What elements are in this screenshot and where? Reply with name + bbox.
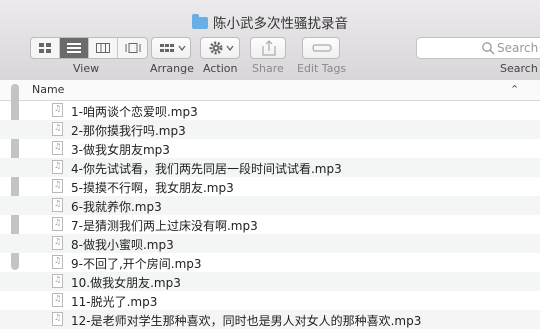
- file-name: 4-你先试试看，我们两先同居一段时间试试看.mp3: [71, 162, 342, 176]
- toolbar: 陈小武多次性骚扰录音 View Arrange Action Share Edi…: [0, 0, 540, 81]
- file-name: 7-是猜测我们两上过床没有啊.mp3: [71, 219, 258, 233]
- file-name: 12-是老师对学生那种喜欢，同时也是男人对女人的那种喜欢.mp3: [71, 314, 422, 328]
- file-row[interactable]: 6-我就养你.mp3: [0, 196, 540, 215]
- grid-icon: [39, 43, 51, 53]
- file-name: 9-不回了,开个房间.mp3: [71, 257, 202, 271]
- view-segmented-control[interactable]: [30, 37, 148, 59]
- search-placeholder: Search: [497, 41, 539, 55]
- name-column-header[interactable]: Name ⌃: [0, 80, 540, 101]
- file-name: 11-脱光了.mp3: [71, 295, 158, 309]
- file-name: 2-那你摸我行吗.mp3: [71, 124, 186, 138]
- audio-file-icon: [52, 198, 63, 212]
- column-view-button[interactable]: [89, 38, 118, 58]
- window-title: 陈小武多次性骚扰录音: [0, 12, 540, 32]
- arrange-label: Arrange: [150, 62, 194, 75]
- share-button[interactable]: [250, 37, 286, 59]
- file-name: 3-做我女朋友mp3: [71, 143, 170, 157]
- file-row[interactable]: 1-咱两谈个恋爱呗.mp3: [0, 101, 540, 120]
- audio-file-icon: [52, 179, 63, 193]
- file-name: 6-我就养你.mp3: [71, 200, 162, 214]
- sort-ascending-icon: ⌃: [510, 83, 520, 96]
- icon-view-button[interactable]: [31, 38, 60, 58]
- gallery-view-button[interactable]: [118, 38, 147, 58]
- file-list: 1-咱两谈个恋爱呗.mp3 2-那你摸我行吗.mp3 3-做我女朋友mp3 4-你先试…: [0, 101, 540, 329]
- gear-icon: [209, 41, 234, 55]
- audio-file-icon: [52, 217, 63, 231]
- audio-file-icon: [52, 274, 63, 288]
- arrange-button[interactable]: [151, 37, 191, 59]
- columns-icon: [96, 43, 110, 53]
- audio-file-icon: [52, 236, 63, 250]
- audio-file-icon: [52, 293, 63, 307]
- search-label: Search: [500, 62, 538, 75]
- file-row[interactable]: 8-做我小蜜呗.mp3: [0, 234, 540, 253]
- file-row[interactable]: 2-那你摸我行吗.mp3: [0, 120, 540, 139]
- file-row[interactable]: 11-脱光了.mp3: [0, 291, 540, 310]
- file-row[interactable]: 3-做我女朋友mp3: [0, 139, 540, 158]
- action-button[interactable]: [200, 37, 240, 59]
- name-column-label: Name: [32, 83, 65, 96]
- action-label: Action: [203, 62, 238, 75]
- list-icon: [67, 43, 81, 53]
- list-view-button[interactable]: [60, 38, 89, 58]
- view-label: View: [73, 62, 100, 75]
- edit-tags-button[interactable]: [302, 37, 340, 59]
- share-label: Share: [252, 62, 284, 75]
- file-row[interactable]: 5-摸摸不行啊，我女朋友.mp3: [0, 177, 540, 196]
- file-row[interactable]: 9-不回了,开个房间.mp3: [0, 253, 540, 272]
- audio-file-icon: [52, 103, 63, 117]
- edit-tags-label: Edit Tags: [297, 62, 347, 75]
- share-icon: [262, 40, 276, 56]
- window-title-text: 陈小武多次性骚扰录音: [213, 16, 348, 32]
- audio-file-icon: [52, 312, 63, 326]
- tag-icon: [312, 44, 332, 52]
- audio-file-icon: [52, 255, 63, 269]
- audio-file-icon: [52, 122, 63, 136]
- folder-icon: [192, 14, 208, 29]
- file-name: 5-摸摸不行啊，我女朋友.mp3: [71, 181, 234, 195]
- file-name: 10.做我女朋友.mp3: [71, 276, 181, 290]
- file-row[interactable]: 4-你先试试看，我们两先同居一段时间试试看.mp3: [0, 158, 540, 177]
- file-row[interactable]: 7-是猜测我们两上过床没有啊.mp3: [0, 215, 540, 234]
- audio-file-icon: [52, 160, 63, 174]
- file-name: 8-做我小蜜呗.mp3: [71, 238, 174, 252]
- file-row[interactable]: 10.做我女朋友.mp3: [0, 272, 540, 291]
- search-input[interactable]: Search: [416, 37, 540, 59]
- search-icon: [482, 42, 495, 55]
- file-row[interactable]: 12-是老师对学生那种喜欢，同时也是男人对女人的那种喜欢.mp3: [0, 310, 540, 329]
- arrange-icon: [160, 44, 186, 52]
- file-name: 1-咱两谈个恋爱呗.mp3: [71, 105, 198, 119]
- gallery-icon: [125, 43, 140, 53]
- audio-file-icon: [52, 141, 63, 155]
